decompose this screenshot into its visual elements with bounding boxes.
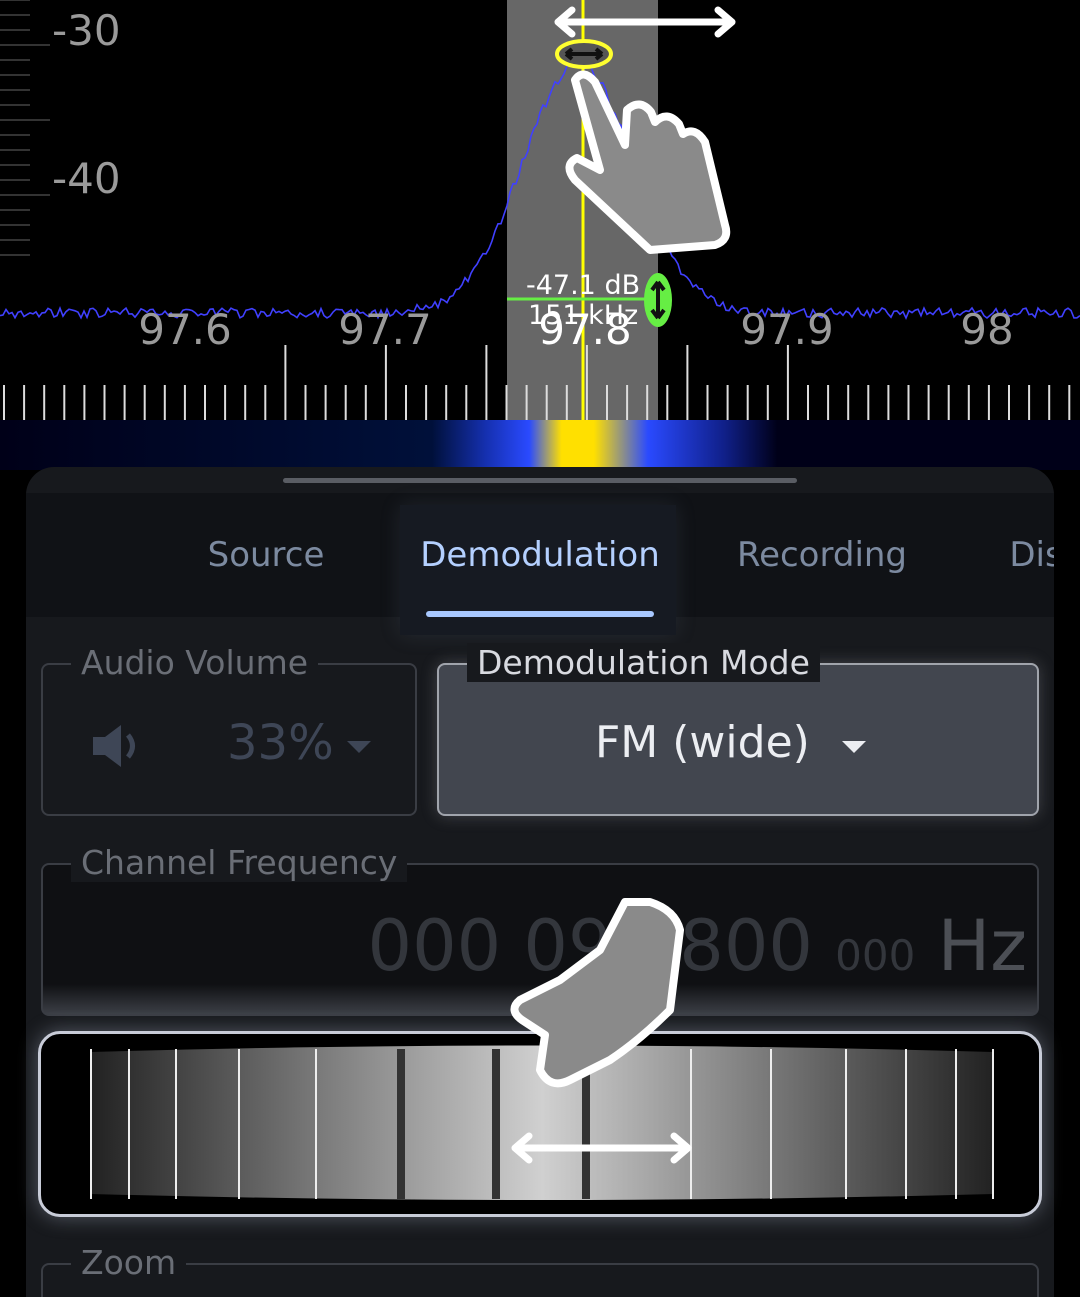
waterfall [0, 420, 1080, 470]
demodulation-mode-label: Demodulation Mode [467, 643, 820, 682]
volume-value: 33% [227, 715, 334, 771]
tab-bar: Source Demodulation Recording Dis [26, 493, 1054, 617]
channel-frequency-label: Channel Frequency [71, 843, 407, 882]
tab-source[interactable]: Source [208, 535, 325, 575]
marker-level: -47.1 dB [526, 270, 640, 301]
frequency-digits: 000 097 800 000 Hz [368, 905, 1027, 987]
freq-khz: 800 [679, 905, 813, 987]
x-label: 97.6 [138, 305, 232, 354]
tab-indicator [426, 611, 654, 617]
spectrum-plot [0, 0, 1080, 425]
y-label: -40 [52, 154, 121, 203]
spectrum-view[interactable]: -30 -40 97.6 97.7 97.8 97.9 98 -47.1 dB … [0, 0, 1080, 425]
dropdown-arrow-icon [347, 741, 371, 765]
tuning-wheel[interactable] [38, 1031, 1042, 1217]
zoom-field[interactable]: Zoom [41, 1263, 1039, 1297]
zoom-label: Zoom [71, 1243, 186, 1282]
channel-frequency-field[interactable]: Channel Frequency 000 097 800 000 Hz [41, 863, 1039, 1016]
tab-display[interactable]: Dis [1009, 535, 1054, 575]
tab-demodulation[interactable]: Demodulation [420, 535, 660, 575]
freq-unit: Hz [938, 905, 1027, 987]
x-label: 97.9 [740, 305, 834, 354]
demodulation-mode-select[interactable]: Demodulation Mode FM (wide) [437, 663, 1039, 816]
y-label: -30 [52, 6, 121, 55]
audio-volume-label: Audio Volume [71, 643, 318, 682]
freq-mhz: 097 [523, 905, 657, 987]
x-label: 98 [960, 305, 1013, 354]
speaker-icon [91, 723, 143, 769]
dropdown-arrow-icon [842, 741, 866, 765]
audio-volume-field[interactable]: Audio Volume 33% [41, 663, 417, 816]
bandwidth-readout: 151 kHz [528, 300, 638, 331]
wheel-graphic [41, 1034, 1039, 1214]
x-label: 97.7 [338, 305, 432, 354]
freq-ghz: 000 [368, 905, 502, 987]
sheet-drag-handle[interactable] [283, 478, 797, 483]
tab-recording[interactable]: Recording [737, 535, 907, 575]
mode-value: FM (wide) [595, 717, 810, 768]
freq-hz: 000 [835, 931, 915, 980]
